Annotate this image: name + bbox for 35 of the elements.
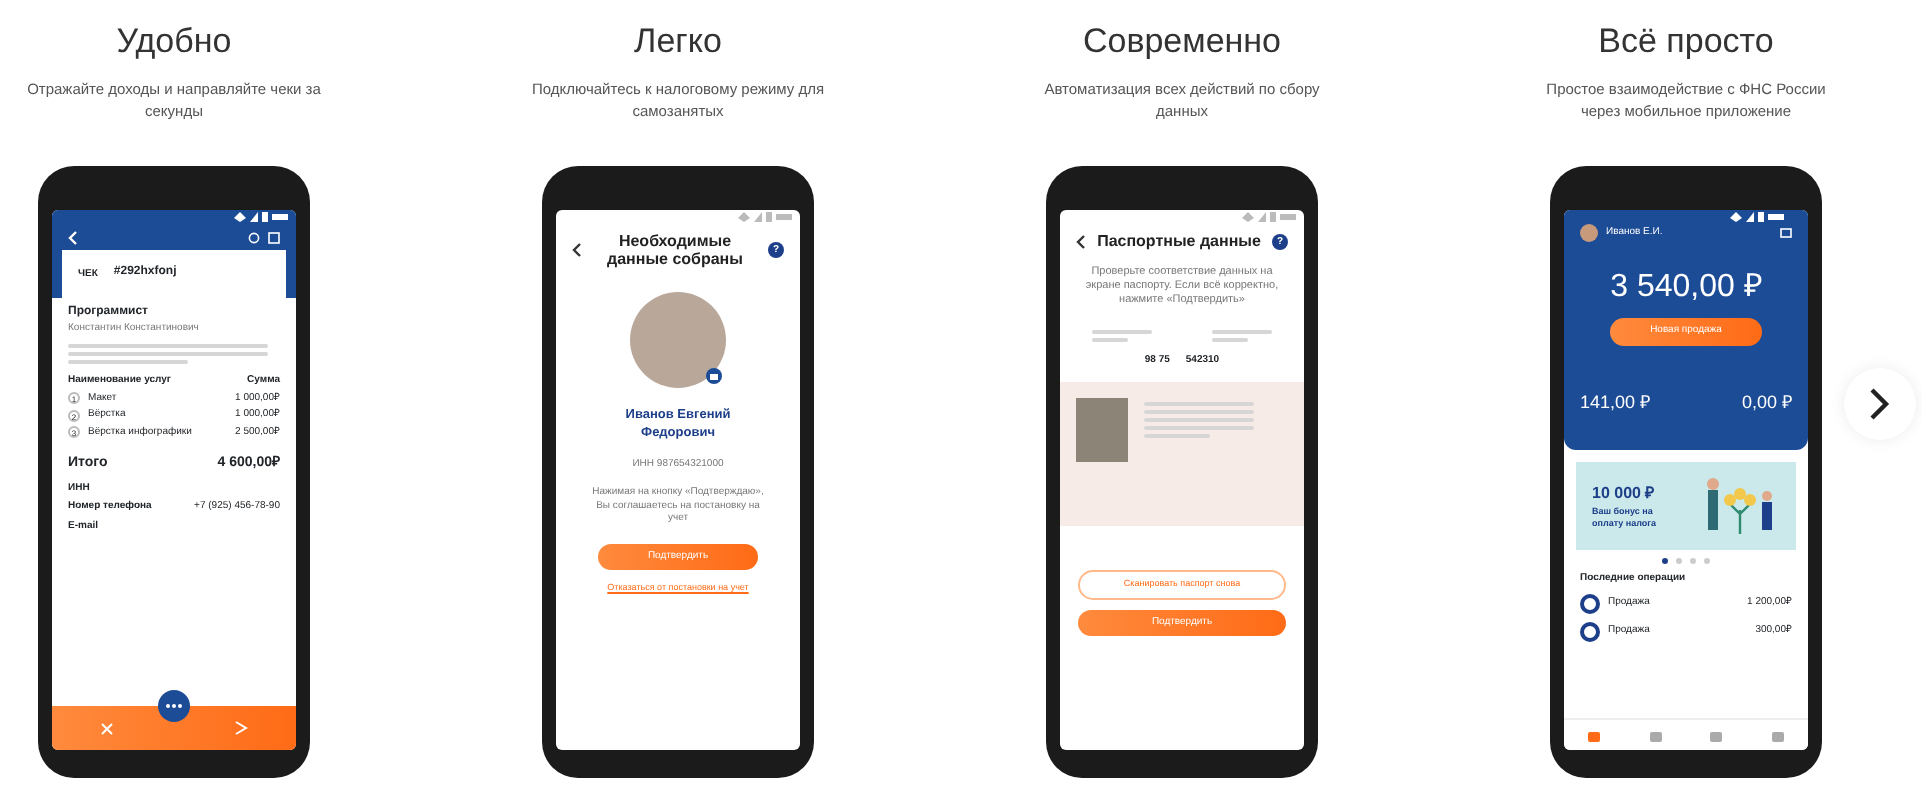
share-icon[interactable]: [268, 232, 280, 244]
screen-title: Паспортные данные: [1095, 232, 1263, 251]
status-icons: [234, 210, 288, 224]
slide-title: Легко: [632, 20, 724, 64]
carousel-dot[interactable]: [1704, 558, 1710, 564]
blurred-text-drawing: [1212, 325, 1272, 346]
back-icon[interactable]: [572, 242, 582, 259]
carousel-dot[interactable]: [1676, 558, 1682, 564]
screen-title: Необходимые данные собраны: [605, 232, 745, 269]
avatar: [1580, 224, 1598, 242]
status-icons: [738, 210, 792, 224]
carousel-dot[interactable]: [1690, 558, 1696, 564]
slide-title: Всё просто: [1596, 20, 1776, 64]
camera-icon[interactable]: [706, 368, 722, 385]
send-icon[interactable]: [234, 720, 248, 736]
message-icon[interactable]: [1780, 228, 1792, 238]
status-icons: [1242, 210, 1296, 224]
banner-amount: 10 000 ₽: [1592, 482, 1658, 507]
summary-amount: 0,00 ₽: [1741, 389, 1792, 415]
balance-amount: 3 540,00 ₽: [1608, 270, 1764, 306]
blurred-text-drawing: [1144, 398, 1254, 443]
status-icons: [1730, 210, 1784, 224]
slide-title: Современно: [1080, 20, 1284, 64]
blurred-text-drawing: [1092, 325, 1152, 346]
back-icon[interactable]: [1076, 233, 1086, 250]
photo-placeholder: [1076, 398, 1128, 463]
summary-amount: 141,00 ₽: [1580, 389, 1651, 415]
chevron-right-icon: [1868, 386, 1892, 422]
tab-icon[interactable]: [1586, 727, 1603, 743]
carousel-dot[interactable]: [1662, 558, 1668, 564]
photo-placeholder: [630, 292, 726, 389]
gear-icon[interactable]: [248, 232, 260, 244]
more-button[interactable]: [158, 690, 190, 722]
slide-title: Удобно: [114, 20, 234, 64]
next-button[interactable]: [1844, 368, 1916, 440]
